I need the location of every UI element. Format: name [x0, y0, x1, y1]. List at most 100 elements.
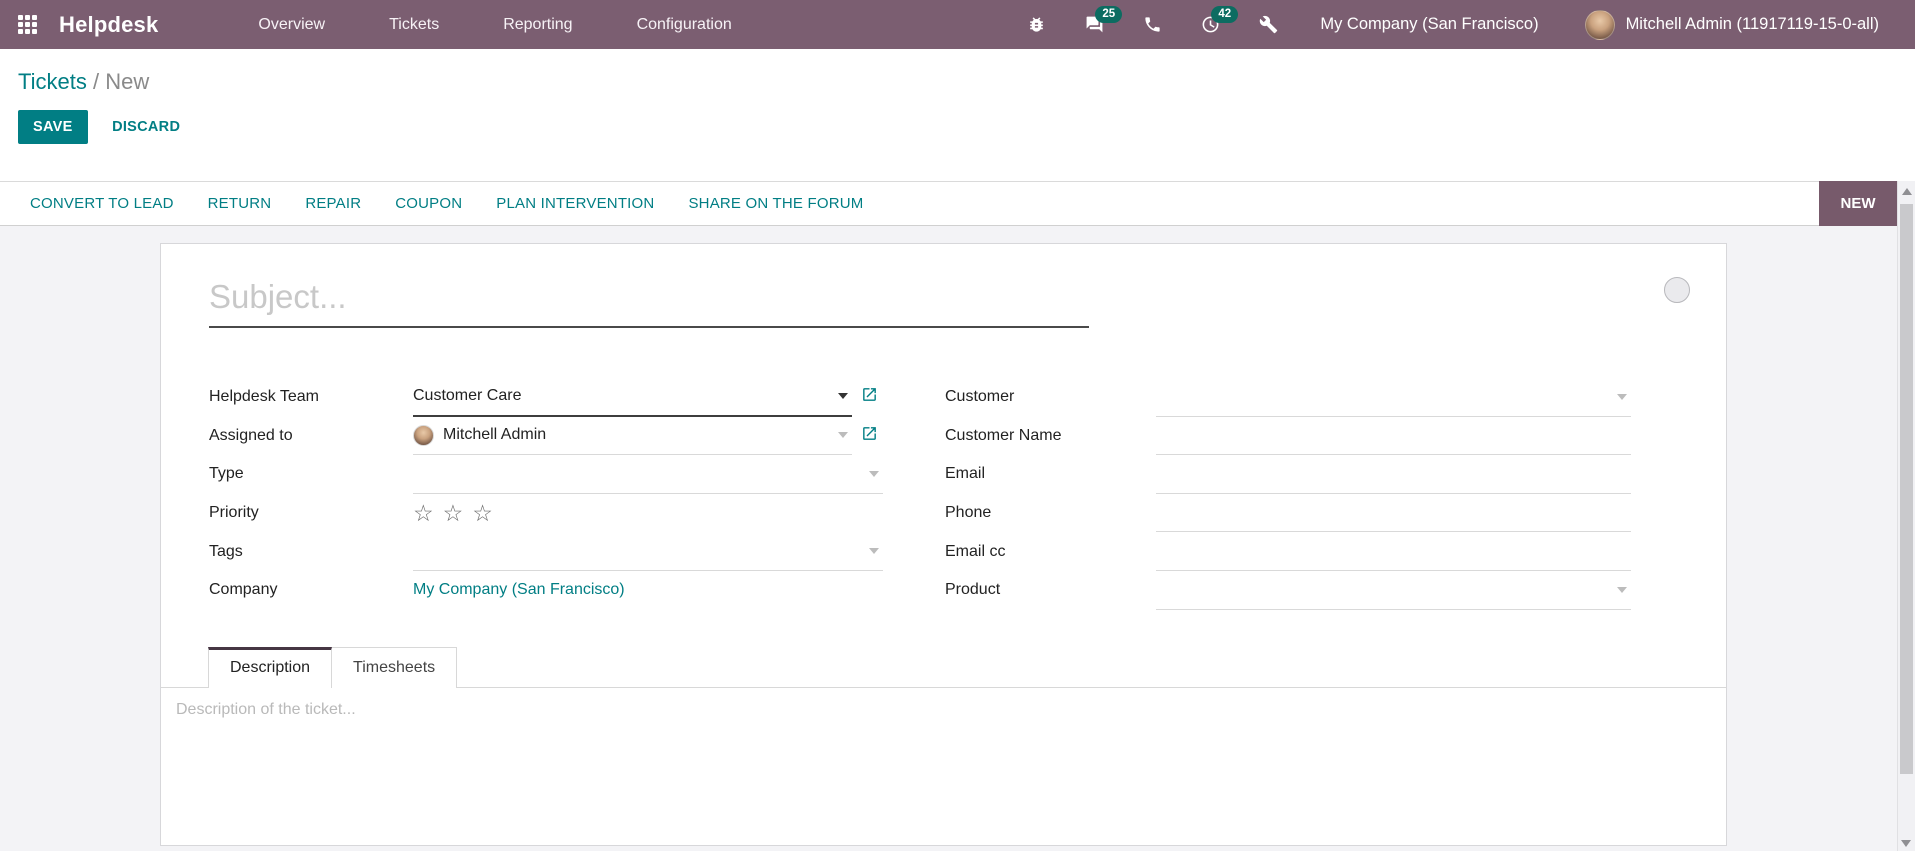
subject-input[interactable] — [209, 274, 1089, 328]
field-email-cc: Email cc — [945, 532, 1631, 571]
helpdesk-team-value[interactable]: Customer Care — [413, 378, 852, 417]
email-cc-label: Email cc — [945, 542, 1006, 560]
app-brand[interactable]: Helpdesk — [59, 12, 158, 38]
external-link-icon[interactable] — [861, 386, 883, 408]
tools-icon[interactable] — [1258, 15, 1278, 35]
chevron-down-icon[interactable] — [869, 548, 879, 555]
notebook-tabs: Description Timesheets — [161, 646, 1726, 688]
priority-stars: ☆ ☆ ☆ — [413, 494, 883, 533]
product-input[interactable] — [1156, 580, 1617, 599]
fields-right-column: Customer Customer Name Email Phone Email… — [945, 378, 1631, 610]
chevron-down-icon[interactable] — [838, 432, 848, 439]
chevron-down-icon[interactable] — [1617, 393, 1627, 400]
kanban-state-circle[interactable] — [1664, 277, 1690, 303]
customer-input[interactable] — [1156, 387, 1617, 406]
field-company: Company My Company (San Francisco) — [209, 571, 883, 610]
user-menu[interactable]: Mitchell Admin (11917119-15-0-all) — [1626, 15, 1879, 34]
customer-name-input[interactable] — [1156, 426, 1631, 445]
helpdesk-team-label: Helpdesk Team — [209, 388, 319, 406]
field-product: Product — [945, 571, 1631, 610]
top-menu: Overview Tickets Reporting Configuration — [258, 16, 731, 34]
company-switcher[interactable]: My Company (San Francisco) — [1320, 15, 1538, 34]
phone-value[interactable] — [1156, 494, 1631, 533]
phone-icon[interactable] — [1142, 15, 1162, 35]
company-link[interactable]: My Company (San Francisco) — [413, 581, 625, 599]
activities-clock-icon[interactable]: 42 — [1200, 5, 1239, 35]
field-assigned-to: Assigned to Mitchell Admin — [209, 417, 883, 456]
scrollbar-thumb[interactable] — [1900, 204, 1913, 774]
form-view-background: Helpdesk Team Customer Care Assigned to — [0, 226, 1915, 851]
field-email: Email — [945, 455, 1631, 494]
plan-intervention-button[interactable]: PLAN INTERVENTION — [496, 195, 654, 212]
coupon-button[interactable]: COUPON — [395, 195, 462, 212]
breadcrumb-separator: / — [92, 69, 100, 94]
external-link-icon[interactable] — [861, 425, 883, 447]
top-navbar: Helpdesk Overview Tickets Reporting Conf… — [0, 0, 1915, 49]
discard-button[interactable]: DISCARD — [106, 110, 186, 144]
breadcrumb: Tickets / New — [18, 69, 1915, 95]
assigned-to-label: Assigned to — [209, 426, 293, 444]
tags-input[interactable] — [413, 542, 869, 561]
email-input[interactable] — [1156, 464, 1631, 483]
convert-to-lead-button[interactable]: CONVERT TO LEAD — [30, 195, 174, 212]
assigned-to-value[interactable]: Mitchell Admin — [413, 417, 852, 456]
tags-label: Tags — [209, 542, 243, 560]
scrollbar-up-arrow-icon[interactable] — [1901, 188, 1912, 195]
email-value[interactable] — [1156, 455, 1631, 494]
phone-input[interactable] — [1156, 503, 1631, 522]
menu-reporting[interactable]: Reporting — [503, 16, 572, 34]
field-customer-name: Customer Name — [945, 417, 1631, 456]
scrollbar-down-arrow-icon[interactable] — [1901, 840, 1911, 847]
priority-star-1[interactable]: ☆ — [413, 501, 434, 525]
messages-badge: 25 — [1095, 5, 1123, 23]
vertical-scrollbar[interactable] — [1897, 181, 1915, 851]
share-on-forum-button[interactable]: SHARE ON THE FORUM — [688, 195, 863, 212]
priority-label: Priority — [209, 504, 259, 522]
company-label: Company — [209, 581, 278, 599]
fields-left-column: Helpdesk Team Customer Care Assigned to — [209, 378, 883, 610]
email-cc-value[interactable] — [1156, 532, 1631, 571]
apps-menu-icon[interactable] — [18, 15, 37, 34]
field-helpdesk-team: Helpdesk Team Customer Care — [209, 378, 883, 417]
menu-tickets[interactable]: Tickets — [389, 16, 439, 34]
menu-overview[interactable]: Overview — [258, 16, 325, 34]
chevron-down-icon[interactable] — [838, 393, 848, 400]
priority-star-3[interactable]: ☆ — [472, 501, 493, 525]
repair-button[interactable]: REPAIR — [305, 195, 361, 212]
priority-star-2[interactable]: ☆ — [443, 501, 464, 525]
product-value[interactable] — [1156, 571, 1631, 610]
company-value: My Company (San Francisco) — [413, 571, 883, 610]
activities-badge: 42 — [1211, 5, 1239, 23]
assignee-avatar — [413, 424, 434, 446]
tags-value[interactable] — [413, 532, 883, 571]
user-avatar[interactable] — [1584, 9, 1615, 40]
control-panel: Tickets / New SAVE DISCARD — [0, 49, 1915, 181]
breadcrumb-tickets[interactable]: Tickets — [18, 69, 87, 94]
customer-name-label: Customer Name — [945, 426, 1062, 444]
customer-label: Customer — [945, 388, 1015, 406]
chevron-down-icon[interactable] — [1617, 586, 1627, 593]
field-tags: Tags — [209, 532, 883, 571]
description-textarea[interactable] — [161, 687, 1726, 845]
return-button[interactable]: RETURN — [208, 195, 272, 212]
type-value[interactable] — [413, 455, 883, 494]
product-label: Product — [945, 581, 1001, 599]
tab-timesheets[interactable]: Timesheets — [332, 646, 458, 688]
save-button[interactable]: SAVE — [18, 110, 88, 144]
breadcrumb-current: New — [105, 69, 150, 94]
menu-configuration[interactable]: Configuration — [637, 16, 732, 34]
customer-value[interactable] — [1156, 378, 1631, 417]
bug-icon[interactable] — [1026, 15, 1046, 35]
chevron-down-icon[interactable] — [869, 470, 879, 477]
topbar-right: 25 42 My Company (San Francisco) Mitchel… — [988, 5, 1879, 40]
email-label: Email — [945, 465, 986, 483]
customer-name-value[interactable] — [1156, 417, 1631, 456]
field-priority: Priority ☆ ☆ ☆ — [209, 494, 883, 533]
form-sheet: Helpdesk Team Customer Care Assigned to — [161, 244, 1726, 610]
phone-label: Phone — [945, 504, 992, 522]
tab-description[interactable]: Description — [208, 646, 333, 688]
type-input[interactable] — [413, 464, 869, 483]
email-cc-input[interactable] — [1156, 542, 1631, 561]
messages-icon[interactable]: 25 — [1084, 5, 1123, 35]
field-phone: Phone — [945, 494, 1631, 533]
